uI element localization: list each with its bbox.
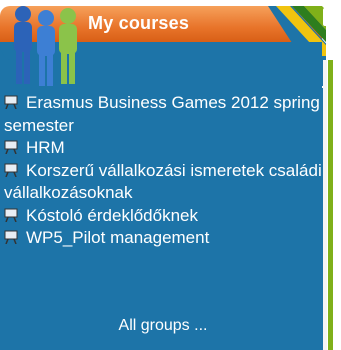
block-title: My courses — [88, 13, 190, 33]
course-item[interactable]: Erasmus Business Games 2012 spring semes… — [4, 92, 322, 137]
course-link[interactable]: Korszerű vállalkozási ismeretek családi … — [4, 161, 322, 203]
course-link[interactable]: Erasmus Business Games 2012 spring semes… — [4, 93, 320, 135]
block-header: My courses — [0, 0, 341, 88]
people-icon — [14, 6, 77, 86]
presentation-board-icon — [4, 140, 18, 154]
course-link[interactable]: WP5_Pilot management — [26, 228, 209, 247]
my-courses-block: My courses Erasmus Business Games 2012 s… — [0, 0, 341, 350]
presentation-board-icon — [4, 208, 18, 222]
right-border-accent — [328, 60, 333, 350]
presentation-board-icon — [4, 230, 18, 244]
presentation-board-icon — [4, 163, 18, 177]
course-link[interactable]: Kóstoló érdeklődőknek — [26, 206, 198, 225]
course-item[interactable]: HRM — [4, 137, 322, 160]
all-groups-link[interactable]: All groups ... — [0, 317, 326, 335]
presentation-board-icon — [4, 95, 18, 109]
course-link[interactable]: HRM — [26, 138, 65, 157]
course-item[interactable]: Kóstoló érdeklődőknek — [4, 205, 322, 228]
course-item[interactable]: Korszerű vállalkozási ismeretek családi … — [4, 160, 322, 205]
course-list: Erasmus Business Games 2012 spring semes… — [4, 92, 322, 250]
right-border-line — [323, 60, 327, 350]
course-item[interactable]: WP5_Pilot management — [4, 227, 322, 250]
